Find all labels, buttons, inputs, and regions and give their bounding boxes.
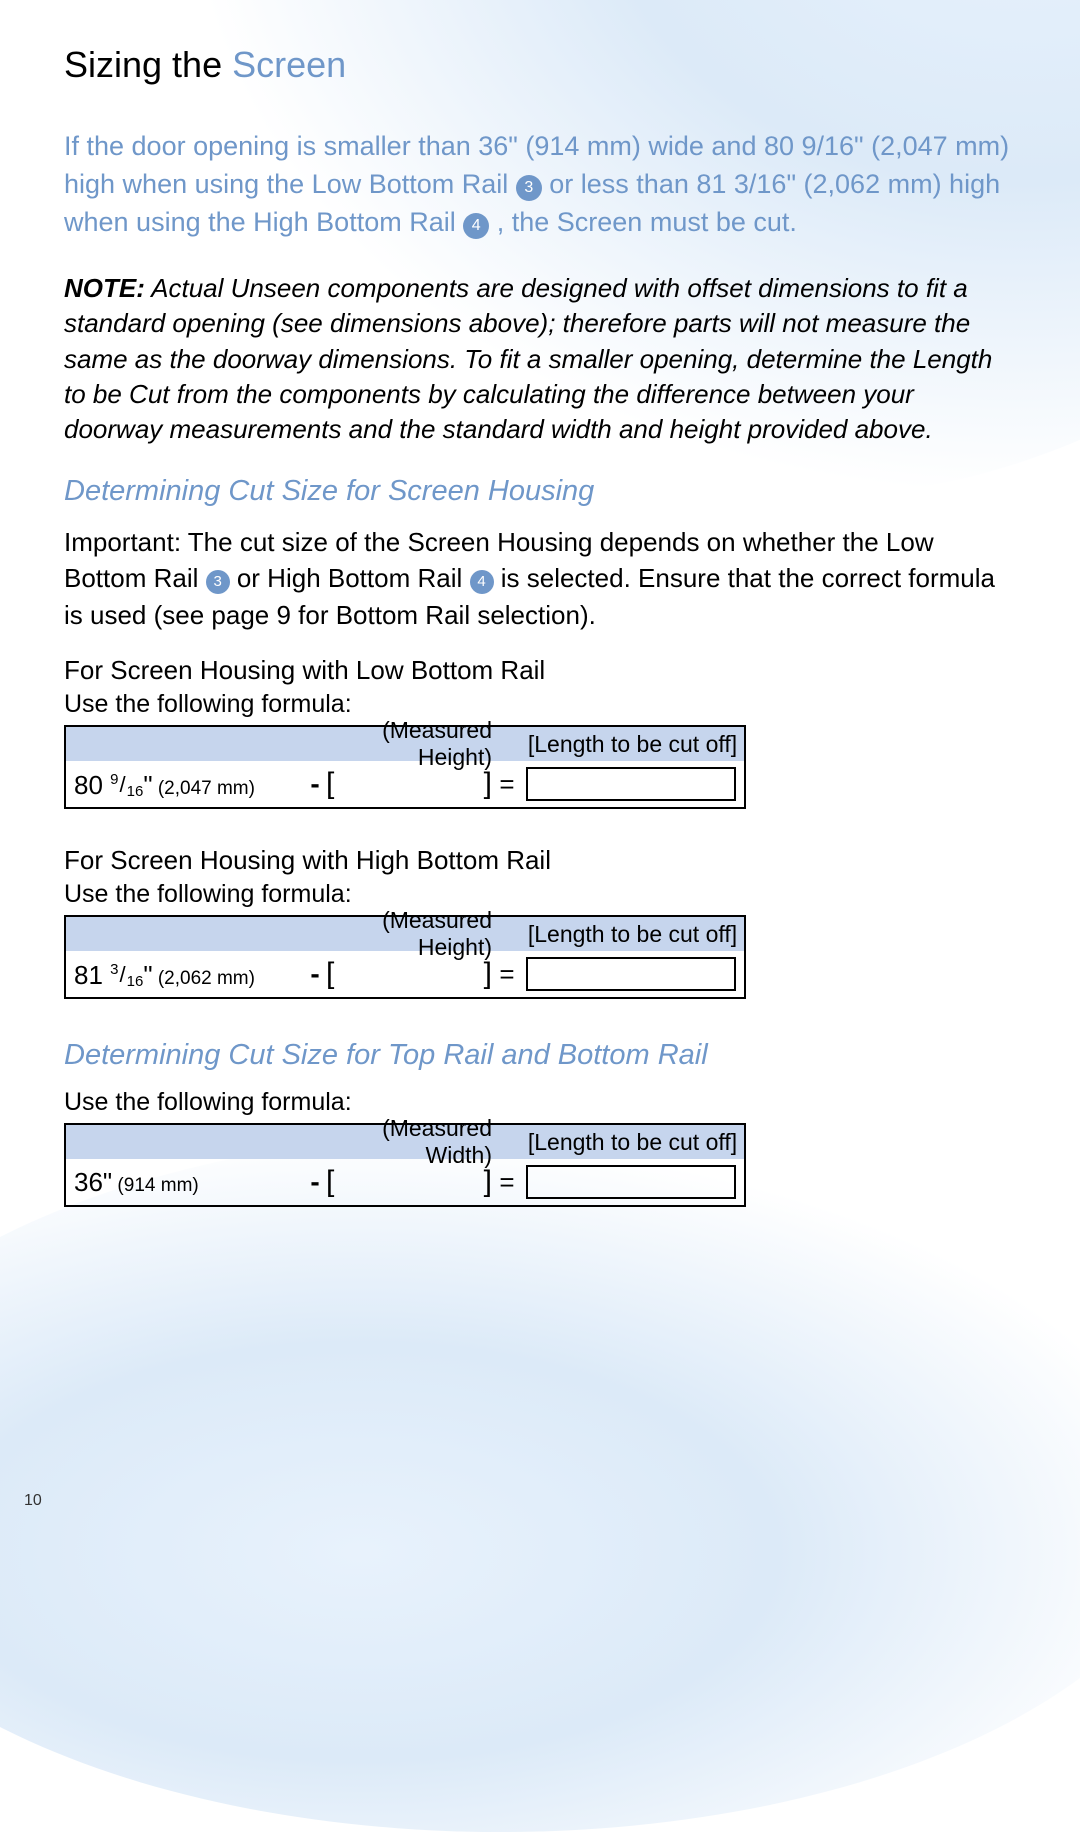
formula-box-high: (Measured Height) [Length to be cut off]… bbox=[64, 915, 746, 999]
formula-header: (Measured Height) [Length to be cut off] bbox=[66, 727, 744, 761]
fraction-denominator: 16 bbox=[127, 973, 144, 990]
fraction: 3/16 bbox=[110, 958, 143, 989]
close-bracket: ] bbox=[484, 767, 492, 801]
header-measured-height: (Measured Height) bbox=[314, 907, 520, 961]
equals-symbol: = bbox=[492, 1167, 522, 1198]
part-badge-3-icon: 3 bbox=[206, 570, 230, 594]
note-label: NOTE: bbox=[64, 273, 145, 303]
open-bracket: [ bbox=[326, 767, 334, 801]
const-mm: (2,062 mm) bbox=[153, 968, 255, 989]
formula-box-width: (Measured Width) [Length to be cut off] … bbox=[64, 1123, 746, 1207]
section-heading-housing: Determining Cut Size for Screen Housing bbox=[64, 475, 1016, 508]
formula-high-label-main: For Screen Housing bbox=[64, 845, 302, 875]
header-length-cut: [Length to be cut off] bbox=[520, 921, 744, 948]
header-length-cut: [Length to be cut off] bbox=[520, 731, 744, 758]
intro-paragraph: If the door opening is smaller than 36" … bbox=[64, 128, 1016, 241]
header-measured-width: (Measured Width) bbox=[314, 1115, 520, 1169]
formula-high-label: For Screen Housing with High Bottom Rail bbox=[64, 845, 1016, 876]
important-text-2: or High Bottom Rail bbox=[237, 563, 470, 593]
note-paragraph: NOTE: Actual Unseen components are desig… bbox=[64, 271, 1016, 446]
page-title: Sizing the Screen bbox=[64, 44, 1016, 86]
formula-high-label-light: with High Bottom Rail bbox=[302, 845, 551, 875]
formula-low-label-main: For Screen Housing bbox=[64, 655, 302, 685]
equals-symbol: = bbox=[492, 769, 522, 800]
close-bracket: ] bbox=[484, 957, 492, 991]
page-content: Sizing the Screen If the door opening is… bbox=[0, 0, 1080, 1283]
title-prefix: Sizing the bbox=[64, 44, 232, 85]
const-whole: 80 bbox=[74, 770, 110, 800]
constant-value: 36" (914 mm) bbox=[74, 1167, 304, 1198]
close-bracket: ] bbox=[484, 1165, 492, 1199]
open-bracket: [ bbox=[326, 957, 334, 991]
page-number: 10 bbox=[24, 1492, 42, 1510]
formula-header: (Measured Width) [Length to be cut off] bbox=[66, 1125, 744, 1159]
formula-header: (Measured Height) [Length to be cut off] bbox=[66, 917, 744, 951]
fraction: 9/16 bbox=[110, 768, 143, 799]
open-bracket: [ bbox=[326, 1165, 334, 1199]
fraction-numerator: 3 bbox=[110, 961, 118, 978]
title-accent: Screen bbox=[232, 44, 346, 85]
intro-text-3: , the Screen must be cut. bbox=[497, 207, 797, 237]
constant-value: 80 9/16" (2,047 mm) bbox=[74, 768, 304, 801]
const-whole: 81 bbox=[74, 960, 110, 990]
formula-width-use-line: Use the following formula: bbox=[64, 1088, 1016, 1117]
formula-low-use-line: Use the following formula: bbox=[64, 690, 1016, 719]
formula-low-label-light: with Low Bottom Rail bbox=[302, 655, 545, 685]
note-body: Actual Unseen components are designed wi… bbox=[64, 273, 992, 443]
fraction-numerator: 9 bbox=[110, 771, 118, 788]
fraction-slash: / bbox=[119, 962, 127, 987]
const-unit: " bbox=[143, 770, 152, 800]
equals-symbol: = bbox=[492, 959, 522, 990]
result-blank bbox=[526, 1165, 736, 1199]
result-blank bbox=[526, 957, 736, 991]
fraction-denominator: 16 bbox=[127, 783, 144, 800]
result-blank bbox=[526, 767, 736, 801]
section-heading-rails: Determining Cut Size for Top Rail and Bo… bbox=[64, 1039, 1016, 1072]
important-paragraph: Important: The cut size of the Screen Ho… bbox=[64, 524, 1016, 633]
fraction-slash: / bbox=[119, 772, 127, 797]
minus-symbol: - bbox=[304, 1166, 326, 1198]
const-unit: " bbox=[143, 960, 152, 990]
part-badge-4-icon: 4 bbox=[470, 570, 494, 594]
const-unit: " bbox=[103, 1167, 112, 1197]
part-badge-4-icon: 4 bbox=[463, 213, 489, 239]
header-length-cut: [Length to be cut off] bbox=[520, 1129, 744, 1156]
constant-value: 81 3/16" (2,062 mm) bbox=[74, 958, 304, 991]
header-measured-height: (Measured Height) bbox=[314, 717, 520, 771]
formula-high-use-line: Use the following formula: bbox=[64, 880, 1016, 909]
measured-height-blank bbox=[334, 769, 483, 799]
formula-box-low: (Measured Height) [Length to be cut off]… bbox=[64, 725, 746, 809]
formula-low-label: For Screen Housing with Low Bottom Rail bbox=[64, 655, 1016, 686]
minus-symbol: - bbox=[304, 768, 326, 800]
const-mm: (914 mm) bbox=[112, 1175, 199, 1196]
measured-width-blank bbox=[334, 1167, 483, 1197]
minus-symbol: - bbox=[304, 958, 326, 990]
measured-height-blank bbox=[334, 959, 483, 989]
const-whole: 36 bbox=[74, 1167, 103, 1197]
part-badge-3-icon: 3 bbox=[516, 175, 542, 201]
const-mm: (2,047 mm) bbox=[153, 778, 255, 799]
